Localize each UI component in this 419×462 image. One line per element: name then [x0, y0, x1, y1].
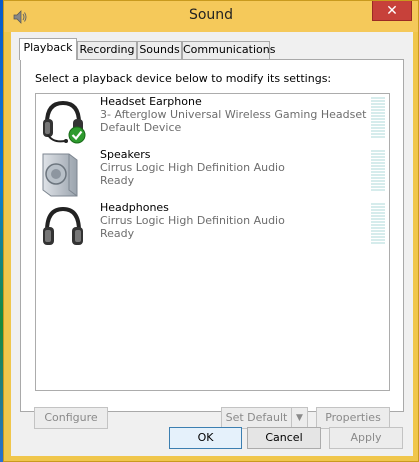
device-list[interactable]: Headset Earphone 3- Afterglow Universal …	[35, 93, 390, 391]
headphones-icon	[43, 206, 83, 245]
properties-button[interactable]: Properties	[316, 407, 390, 429]
default-check-icon	[68, 126, 86, 144]
list-item-speakers[interactable]: Speakers Cirrus Logic High Definition Au…	[36, 147, 389, 200]
volume-meter	[371, 97, 385, 139]
playback-panel: Select a playback device below to modify…	[20, 59, 404, 429]
device-status: Ready	[100, 227, 135, 240]
device-description: Cirrus Logic High Definition Audio	[100, 214, 285, 227]
configure-button[interactable]: Configure	[34, 407, 108, 429]
device-text: Headset Earphone 3- Afterglow Universal …	[100, 95, 366, 134]
title-bar[interactable]: Sound ✕	[4, 1, 418, 32]
tab-communications[interactable]: Communications	[182, 41, 275, 59]
list-item-headphones[interactable]: Headphones Cirrus Logic High Definition …	[36, 200, 389, 253]
device-status: Default Device	[100, 121, 182, 134]
chevron-down-icon[interactable]: ▼	[291, 408, 307, 428]
device-text: Headphones Cirrus Logic High Definition …	[100, 201, 285, 240]
window-title: Sound	[188, 7, 234, 23]
close-button[interactable]: ✕	[372, 1, 412, 21]
close-icon: ✕	[386, 3, 398, 19]
apply-button[interactable]: Apply	[329, 427, 403, 449]
set-default-label: Set Default	[225, 411, 288, 424]
dialog-client: Playback Recording Sounds Communications…	[11, 32, 413, 456]
sound-dialog: Sound ✕ Playback Recording Sounds Commun…	[3, 0, 419, 462]
ok-button[interactable]: OK	[169, 427, 242, 449]
speaker-icon	[42, 153, 78, 197]
device-name: Speakers	[100, 148, 151, 161]
device-name: Headphones	[100, 201, 169, 214]
list-item-headset-earphone[interactable]: Headset Earphone 3- Afterglow Universal …	[36, 94, 389, 147]
instruction-text: Select a playback device below to modify…	[35, 72, 332, 85]
device-description: Cirrus Logic High Definition Audio	[100, 161, 285, 174]
device-text: Speakers Cirrus Logic High Definition Au…	[100, 148, 285, 187]
tab-playback[interactable]: Playback	[19, 38, 77, 60]
device-status: Ready	[100, 174, 135, 187]
tab-recording[interactable]: Recording	[77, 41, 137, 59]
device-name: Headset Earphone	[100, 95, 202, 108]
cancel-button[interactable]: Cancel	[247, 427, 321, 449]
volume-meter	[371, 150, 385, 192]
set-default-button[interactable]: Set Default ▼	[221, 407, 308, 429]
device-description: 3- Afterglow Universal Wireless Gaming H…	[100, 108, 367, 121]
tab-sounds[interactable]: Sounds	[137, 41, 182, 59]
volume-meter	[371, 203, 385, 245]
